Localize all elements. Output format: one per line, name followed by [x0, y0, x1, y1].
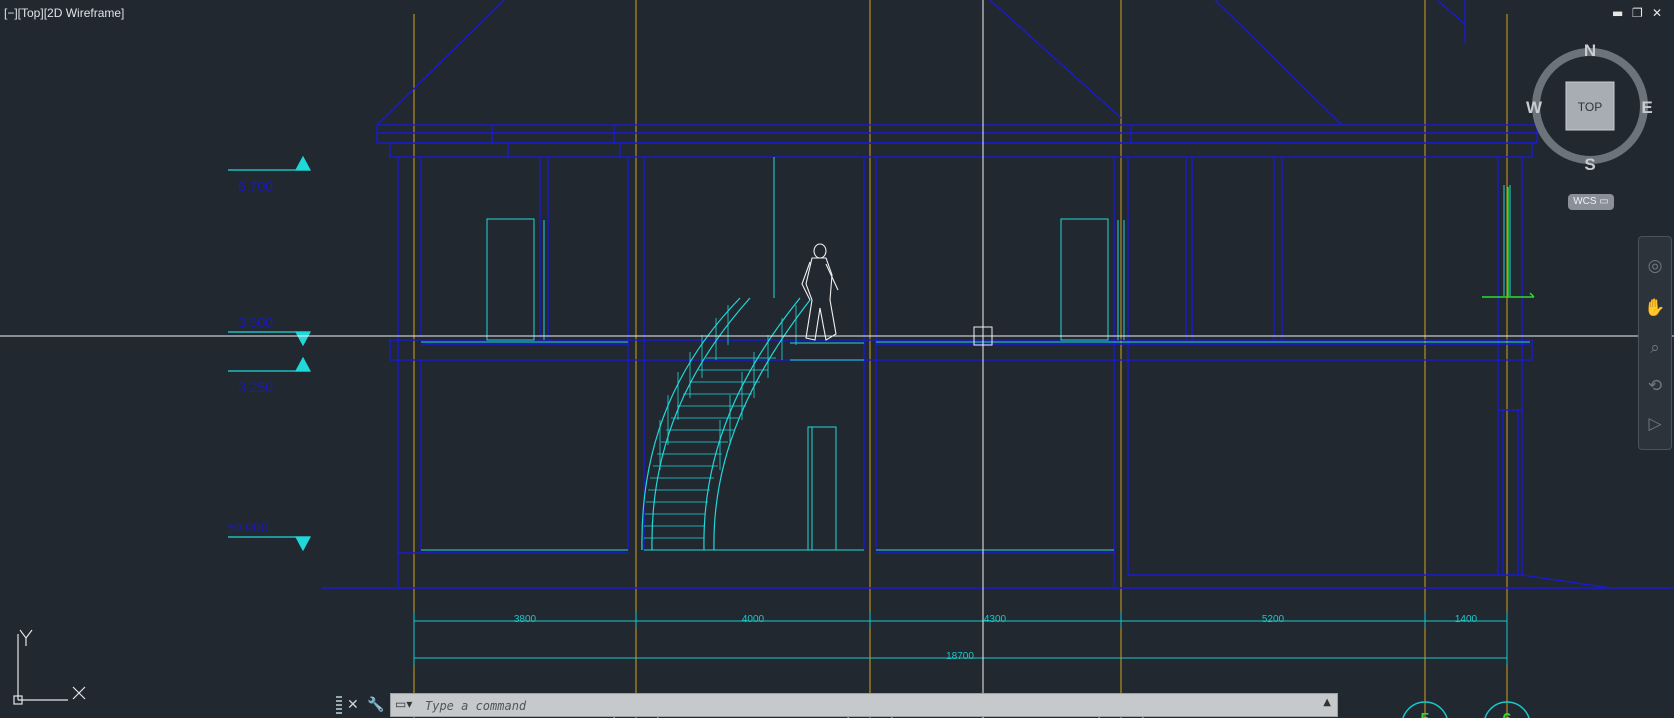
dimension-total: 18700 — [946, 651, 974, 662]
level-3500: 3.500 — [238, 314, 273, 330]
green-marker — [1482, 187, 1535, 298]
dimension-4300: 4300 — [984, 614, 1007, 625]
showmotion-icon[interactable]: ▷ — [1644, 413, 1666, 435]
cyan-details — [421, 157, 1530, 551]
dimension-4000: 4000 — [742, 614, 765, 625]
viewcube[interactable]: TOP N S E W — [1526, 41, 1653, 174]
navigation-bar: ◎ ✋ ⌕ ⟲ ▷ — [1638, 236, 1672, 450]
grid-axes — [413, 0, 1508, 718]
command-input[interactable] — [423, 696, 1307, 716]
building-outline — [322, 0, 1674, 589]
dimension-1400: 1400 — [1455, 614, 1478, 625]
steering-wheel-icon[interactable]: ◎ — [1644, 255, 1666, 277]
level-6700: 6.700 — [238, 178, 273, 194]
close-icon[interactable]: ✕ — [1652, 6, 1662, 20]
crosshair-cursor — [0, 0, 1674, 718]
command-close-icon[interactable]: ✕ — [347, 693, 359, 717]
compass-east[interactable]: E — [1641, 98, 1652, 117]
compass-south[interactable]: S — [1584, 155, 1595, 174]
compass-north[interactable]: N — [1584, 41, 1596, 60]
level-3250: 3.250 — [238, 379, 273, 395]
drawing-canvas[interactable]: 3800 4000 4300 5200 1400 18700 6.700 3.5… — [0, 0, 1674, 718]
viewport-controls-label[interactable]: [−][Top][2D Wireframe] — [4, 6, 124, 20]
level-0000: ±0.000 — [226, 519, 269, 535]
compass-west[interactable]: W — [1526, 98, 1543, 117]
command-prompt-icon[interactable]: ▭▾ — [395, 697, 417, 713]
orbit-icon[interactable]: ⟲ — [1644, 375, 1666, 397]
person-figure — [801, 243, 839, 341]
command-line-grip[interactable] — [336, 696, 342, 714]
minimize-icon[interactable]: ▬ — [1612, 6, 1623, 20]
customize-wrench-icon[interactable]: 🔧 — [367, 693, 384, 717]
pan-icon[interactable]: ✋ — [1644, 297, 1666, 319]
dimension-5200: 5200 — [1262, 614, 1285, 625]
command-history-icon[interactable]: ▲ — [1323, 697, 1331, 708]
viewcube-top-face[interactable]: TOP — [1578, 100, 1602, 114]
ucs-icon — [13, 629, 86, 705]
dimension-3800: 3800 — [514, 614, 537, 625]
zoom-icon[interactable]: ⌕ — [1644, 337, 1666, 359]
grid-bubble-6: 6 — [1503, 711, 1512, 718]
grid-bubble-5: 5 — [1421, 711, 1430, 718]
command-line: ▭▾ ▲ — [390, 693, 1338, 717]
wcs-menu[interactable]: WCS ▭ — [1568, 194, 1614, 210]
level-markers — [228, 155, 312, 552]
restore-icon[interactable]: ❐ — [1632, 6, 1643, 20]
